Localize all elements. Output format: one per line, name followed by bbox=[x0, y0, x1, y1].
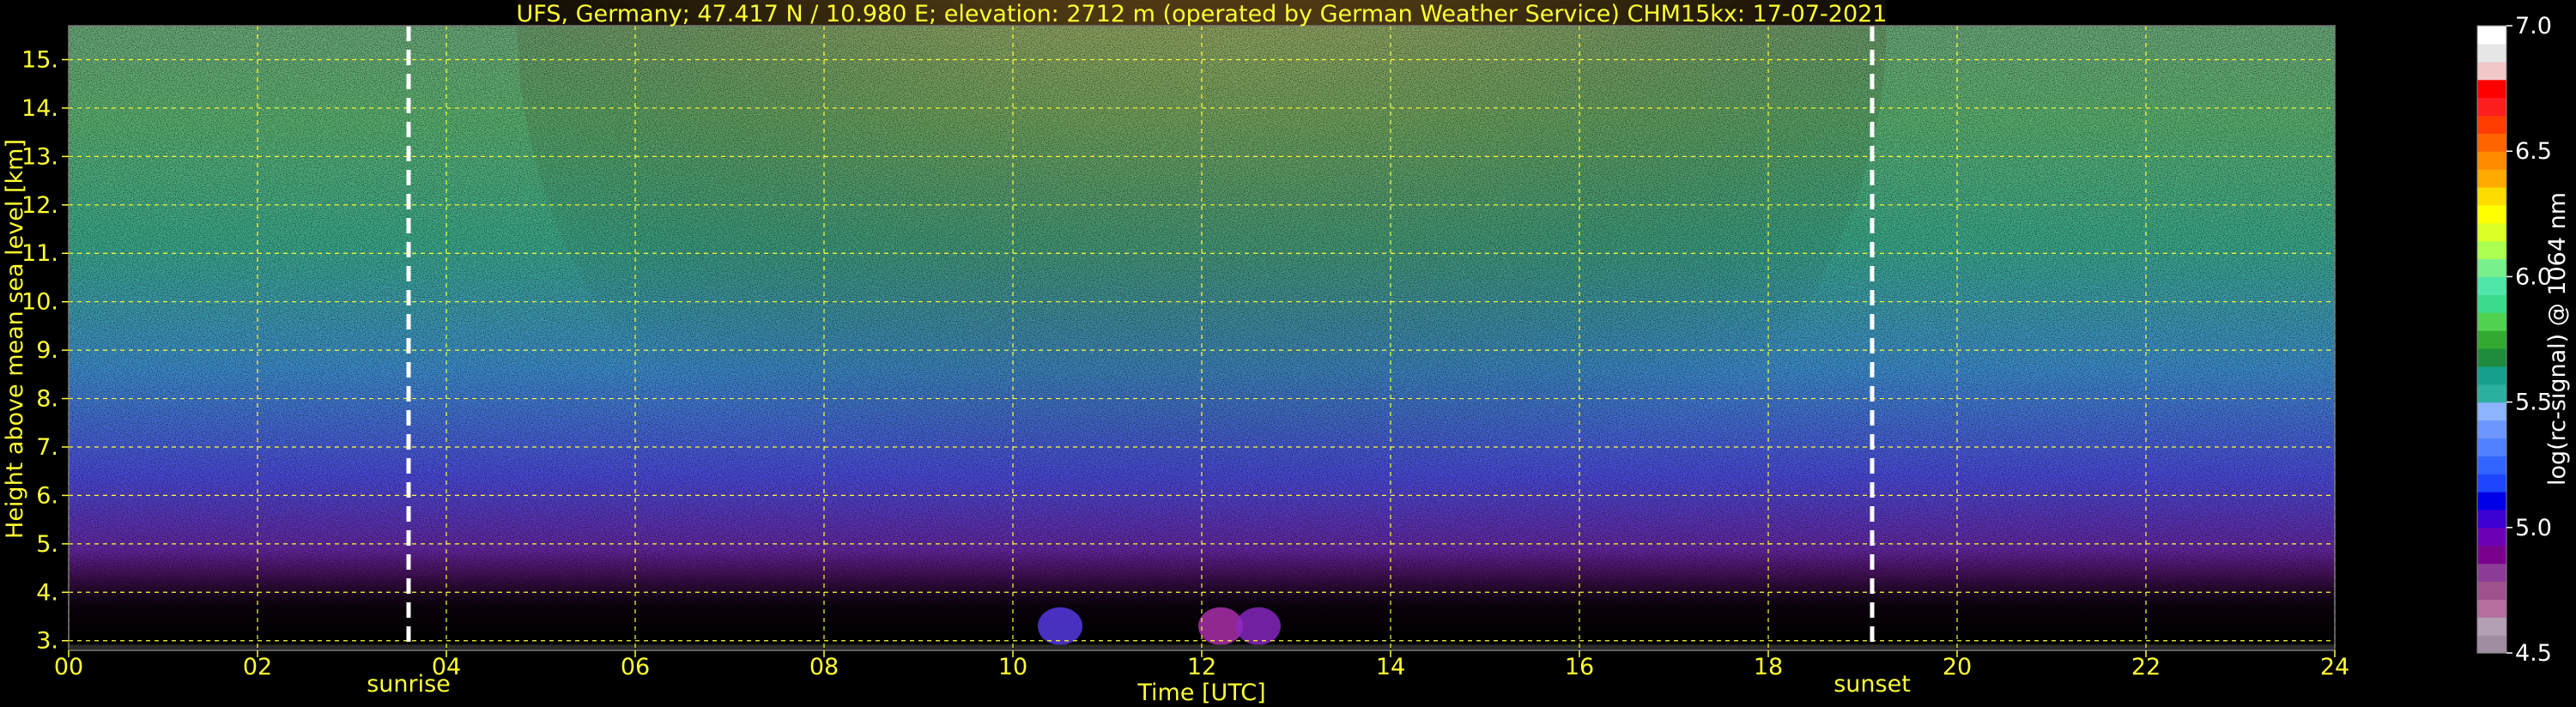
colorbar-swatch bbox=[2477, 581, 2506, 600]
colorbar-tick-label: 5.0 bbox=[2515, 515, 2552, 541]
y-axis-label: Height above mean sea level [km] bbox=[2, 139, 28, 539]
colorbar-swatch bbox=[2477, 599, 2506, 618]
colorbar-swatch bbox=[2477, 402, 2506, 421]
y-tick-label: 5. bbox=[36, 531, 58, 558]
colorbar-swatch bbox=[2477, 509, 2506, 529]
boundary-layer-aerosol bbox=[1038, 607, 1082, 645]
y-tick-label: 3. bbox=[36, 628, 58, 655]
colorbar-tick-label: 6.5 bbox=[2515, 138, 2552, 165]
colorbar-swatch bbox=[2477, 204, 2506, 224]
colorbar: 4.55.05.56.06.57.0log(rc-signal) @ 1064 … bbox=[2476, 13, 2571, 667]
colorbar-swatch bbox=[2477, 258, 2506, 277]
colorbar-swatch bbox=[2477, 474, 2506, 492]
colorbar-swatch bbox=[2477, 617, 2506, 636]
y-tick-label: 8. bbox=[36, 386, 58, 413]
colorbar-swatch bbox=[2477, 43, 2506, 63]
colorbar-swatch bbox=[2477, 347, 2506, 367]
colorbar-swatch bbox=[2477, 61, 2506, 81]
colorbar-swatch bbox=[2477, 438, 2506, 456]
chart-title: UFS, Germany; 47.417 N / 10.980 E; eleva… bbox=[517, 1, 1888, 27]
x-tick-label: 12 bbox=[1187, 654, 1216, 680]
x-tick-label: 00 bbox=[54, 654, 83, 680]
ceilometer-heatmap-chart: sunrise sunset 00 02 04 06 08 10 12 14 16 18 20 22 24… bbox=[2, 0, 2571, 706]
y-tick-label: 6. bbox=[36, 482, 58, 509]
y-tick-label: 4. bbox=[36, 579, 58, 606]
colorbar-swatch bbox=[2477, 186, 2506, 206]
x-tick-label: 14 bbox=[1376, 654, 1405, 680]
x-tick-label: 20 bbox=[1943, 654, 1972, 680]
colorbar-swatch bbox=[2477, 79, 2506, 99]
colorbar-swatch bbox=[2477, 492, 2506, 511]
sunset-label: sunset bbox=[1834, 671, 1911, 698]
y-tick-label: 7. bbox=[36, 434, 58, 461]
x-tick-label: 24 bbox=[2320, 654, 2349, 680]
colorbar-label: log(rc-signal) @ 1064 nm bbox=[2544, 192, 2571, 486]
colorbar-swatch bbox=[2477, 26, 2506, 45]
x-axis-label: Time [UTC] bbox=[1136, 680, 1265, 706]
colorbar-swatch bbox=[2477, 276, 2506, 295]
x-tick-label: 06 bbox=[621, 654, 650, 680]
colorbar-swatch bbox=[2477, 527, 2506, 547]
x-tick-label: 18 bbox=[1754, 654, 1783, 680]
colorbar-swatch bbox=[2477, 545, 2506, 565]
colorbar-swatch bbox=[2477, 330, 2506, 349]
colorbar-swatch bbox=[2477, 366, 2506, 385]
colorbar-tick-label: 7.0 bbox=[2515, 13, 2552, 39]
x-tick-label: 02 bbox=[243, 654, 272, 680]
colorbar-swatch bbox=[2477, 222, 2506, 242]
colorbar-swatch bbox=[2477, 97, 2506, 117]
colorbar-swatch bbox=[2477, 312, 2506, 331]
x-tick-label: 22 bbox=[2131, 654, 2161, 680]
boundary-layer-aerosol bbox=[1236, 607, 1281, 645]
colorbar-swatch bbox=[2477, 115, 2506, 134]
x-tick-label: 10 bbox=[998, 654, 1027, 680]
colorbar-swatch bbox=[2477, 456, 2506, 474]
colorbar-tick-label: 4.5 bbox=[2515, 640, 2552, 667]
colorbar-swatch bbox=[2477, 294, 2506, 313]
y-tick-label: 15. bbox=[21, 47, 58, 74]
colorbar-swatch bbox=[2477, 133, 2506, 152]
colorbar-swatch bbox=[2477, 240, 2506, 260]
colorbar-swatch bbox=[2477, 384, 2506, 403]
x-tick-label: 08 bbox=[809, 654, 839, 680]
colorbar-swatch bbox=[2477, 563, 2506, 583]
y-tick-label: 14. bbox=[21, 95, 58, 122]
colorbar-swatch bbox=[2477, 635, 2506, 654]
colorbar-swatch bbox=[2477, 420, 2506, 438]
colorbar-swatch bbox=[2477, 151, 2506, 170]
colorbar-swatch bbox=[2477, 169, 2506, 188]
y-tick-label: 9. bbox=[36, 337, 58, 364]
x-tick-label: 04 bbox=[432, 654, 461, 680]
x-tick-label: 16 bbox=[1565, 654, 1594, 680]
